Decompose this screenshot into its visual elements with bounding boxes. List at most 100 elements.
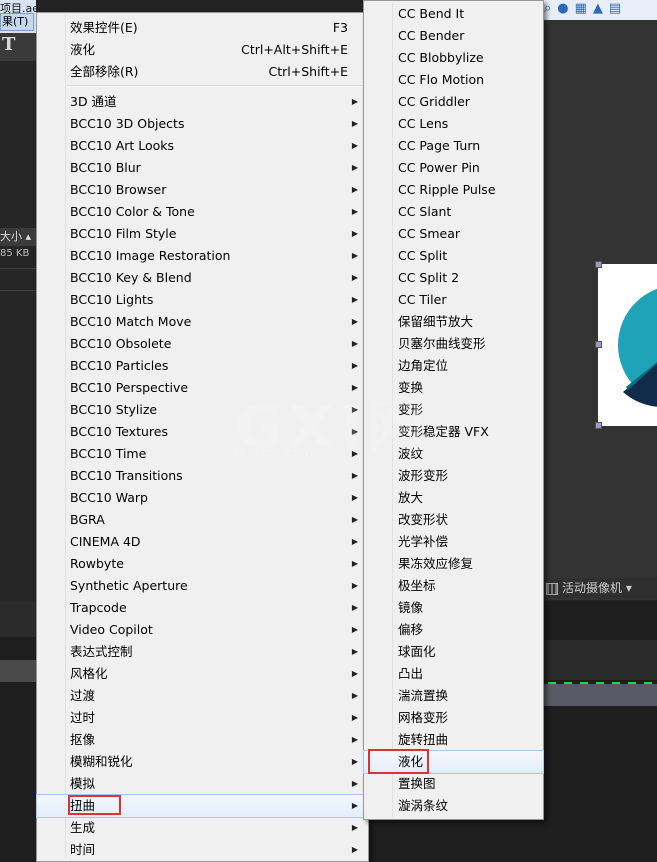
submenu-item[interactable]: 偏移 bbox=[364, 619, 543, 641]
submenu-item[interactable]: CC Griddler bbox=[364, 91, 543, 113]
menu-category-item[interactable]: BCC10 Image Restoration ▶ bbox=[37, 245, 368, 267]
submenu-item[interactable]: CC Ripple Pulse bbox=[364, 179, 543, 201]
menu-category-item[interactable]: BCC10 Color & Tone ▶ bbox=[37, 201, 368, 223]
submenu-item[interactable]: CC Bender bbox=[364, 25, 543, 47]
menu-category-item[interactable]: BCC10 Key & Blend ▶ bbox=[37, 267, 368, 289]
submenu-item[interactable]: CC Lens bbox=[364, 113, 543, 135]
menu-category-item[interactable]: 表达式控制 ▶ bbox=[37, 641, 368, 663]
menu-category-item[interactable]: 时间 ▶ bbox=[37, 839, 368, 861]
menu-item-label: CC Griddler bbox=[398, 94, 470, 109]
menu-item-label: BCC10 Particles bbox=[70, 358, 169, 373]
submenu-item[interactable]: CC Slant bbox=[364, 201, 543, 223]
menu-category-item[interactable]: 过渡 ▶ bbox=[37, 685, 368, 707]
submenu-item[interactable]: CC Power Pin bbox=[364, 157, 543, 179]
menu-category-item[interactable]: 模糊和锐化 ▶ bbox=[37, 751, 368, 773]
menu-item[interactable]: 液化 Ctrl+Alt+Shift+E bbox=[37, 39, 368, 61]
submenu-item[interactable]: CC Smear bbox=[364, 223, 543, 245]
submenu-item[interactable]: 边角定位 bbox=[364, 355, 543, 377]
menu-category-item[interactable]: Trapcode ▶ bbox=[37, 597, 368, 619]
menu-category-item[interactable]: BCC10 Match Move ▶ bbox=[37, 311, 368, 333]
submenu-arrow-icon: ▶ bbox=[351, 97, 358, 106]
submenu-item[interactable]: CC Blobbylize bbox=[364, 47, 543, 69]
camera-dropdown[interactable]: 活动摄像机 bbox=[562, 581, 622, 595]
submenu-arrow-icon: ▶ bbox=[351, 537, 358, 546]
menu-category-item[interactable]: BCC10 Film Style ▶ bbox=[37, 223, 368, 245]
submenu-item[interactable]: 漩涡条纹 bbox=[364, 795, 543, 817]
menu-item-label: 表达式控制 bbox=[70, 644, 133, 659]
type-tool-icon[interactable]: T bbox=[2, 34, 15, 55]
menu-category-item[interactable]: 抠像 ▶ bbox=[37, 729, 368, 751]
composition-layer[interactable] bbox=[598, 264, 657, 426]
menu-item-label: CC Ripple Pulse bbox=[398, 182, 496, 197]
menu-category-item[interactable]: CINEMA 4D ▶ bbox=[37, 531, 368, 553]
shirt-icon[interactable]: ▲ bbox=[593, 1, 603, 16]
submenu-item[interactable]: 放大 bbox=[364, 487, 543, 509]
menu-category-item[interactable]: 风格化 ▶ bbox=[37, 663, 368, 685]
submenu-item[interactable]: 贝塞尔曲线变形 bbox=[364, 333, 543, 355]
submenu-item[interactable]: 波形变形 bbox=[364, 465, 543, 487]
submenu-item[interactable]: 湍流置换 bbox=[364, 685, 543, 707]
menu-item-label: 过渡 bbox=[70, 688, 96, 703]
menu-item-label: BCC10 Perspective bbox=[70, 380, 189, 395]
submenu-item[interactable]: CC Split 2 bbox=[364, 267, 543, 289]
menu-category-item[interactable]: BCC10 Art Looks ▶ bbox=[37, 135, 368, 157]
menu-effect[interactable]: 果(T) bbox=[0, 13, 34, 31]
submenu-item[interactable]: 光学补偿 bbox=[364, 531, 543, 553]
submenu-item[interactable]: 凸出 bbox=[364, 663, 543, 685]
layer-handle[interactable] bbox=[595, 422, 602, 429]
menu-category-item[interactable]: 模拟 ▶ bbox=[37, 773, 368, 795]
timeline-layer-row[interactable] bbox=[0, 660, 36, 682]
callout-liquify bbox=[368, 749, 429, 774]
submenu-item[interactable]: 改变形状 bbox=[364, 509, 543, 531]
submenu-item[interactable]: CC Split bbox=[364, 245, 543, 267]
tray-more-icon[interactable]: ▤ bbox=[609, 1, 621, 16]
microphone-icon[interactable]: ● bbox=[557, 1, 568, 16]
submenu-item[interactable]: 网格变形 bbox=[364, 707, 543, 729]
submenu-item[interactable]: 旋转扭曲 bbox=[364, 729, 543, 751]
submenu-arrow-icon: ▶ bbox=[351, 625, 358, 634]
submenu-item[interactable]: CC Tiler bbox=[364, 289, 543, 311]
submenu-item[interactable]: CC Flo Motion bbox=[364, 69, 543, 91]
menu-category-item[interactable]: Video Copilot ▶ bbox=[37, 619, 368, 641]
submenu-item[interactable]: CC Page Turn bbox=[364, 135, 543, 157]
menu-category-item[interactable]: Rowbyte ▶ bbox=[37, 553, 368, 575]
menu-category-item[interactable]: BCC10 3D Objects ▶ bbox=[37, 113, 368, 135]
menu-category-item[interactable]: BCC10 Browser ▶ bbox=[37, 179, 368, 201]
menu-item-label: BCC10 Key & Blend bbox=[70, 270, 192, 285]
menu-category-item[interactable]: 3D 通道 ▶ bbox=[37, 91, 368, 113]
submenu-arrow-icon: ▶ bbox=[351, 163, 358, 172]
menu-item-label: 过时 bbox=[70, 710, 96, 725]
system-tray: ⌕ ● ▦ ▲ ▤ bbox=[544, 0, 657, 20]
project-panel bbox=[0, 61, 36, 601]
column-header-size[interactable]: 大小 ▴ bbox=[0, 228, 36, 246]
menu-separator bbox=[67, 85, 366, 87]
menu-item[interactable]: 效果控件(E) F3 bbox=[37, 17, 368, 39]
layer-handle[interactable] bbox=[595, 341, 602, 348]
menu-category-item[interactable]: BCC10 Transitions ▶ bbox=[37, 465, 368, 487]
grid-icon[interactable] bbox=[546, 582, 558, 595]
menu-category-item[interactable]: BCC10 Lights ▶ bbox=[37, 289, 368, 311]
menu-item-label: BCC10 Film Style bbox=[70, 226, 177, 241]
menu-category-item[interactable]: BCC10 Obsolete ▶ bbox=[37, 333, 368, 355]
menu-category-item[interactable]: BGRA ▶ bbox=[37, 509, 368, 531]
layer-handle[interactable] bbox=[595, 261, 602, 268]
menu-item-label: BGRA bbox=[70, 512, 105, 527]
submenu-item[interactable]: CC Bend It bbox=[364, 3, 543, 25]
submenu-item[interactable]: 镜像 bbox=[364, 597, 543, 619]
menu-item[interactable]: 全部移除(R) Ctrl+Shift+E bbox=[37, 61, 368, 83]
timeline-track[interactable] bbox=[544, 684, 657, 706]
menu-category-item[interactable]: BCC10 Blur ▶ bbox=[37, 157, 368, 179]
menu-category-item[interactable]: BCC10 Particles ▶ bbox=[37, 355, 368, 377]
submenu-item[interactable]: 球面化 bbox=[364, 641, 543, 663]
menu-category-item[interactable]: BCC10 Warp ▶ bbox=[37, 487, 368, 509]
submenu-item[interactable]: 置换图 bbox=[364, 773, 543, 795]
submenu-item[interactable]: 极坐标 bbox=[364, 575, 543, 597]
menu-category-item[interactable]: 过时 ▶ bbox=[37, 707, 368, 729]
keyboard-icon[interactable]: ▦ bbox=[575, 1, 587, 16]
submenu-item[interactable]: 保留细节放大 bbox=[364, 311, 543, 333]
menu-item-shortcut: Ctrl+Shift+E bbox=[268, 64, 349, 79]
menu-category-item[interactable]: Synthetic Aperture ▶ bbox=[37, 575, 368, 597]
search-icon[interactable]: ⌕ bbox=[544, 1, 551, 16]
menu-category-item[interactable]: 生成 ▶ bbox=[37, 817, 368, 839]
submenu-item[interactable]: 果冻效应修复 bbox=[364, 553, 543, 575]
